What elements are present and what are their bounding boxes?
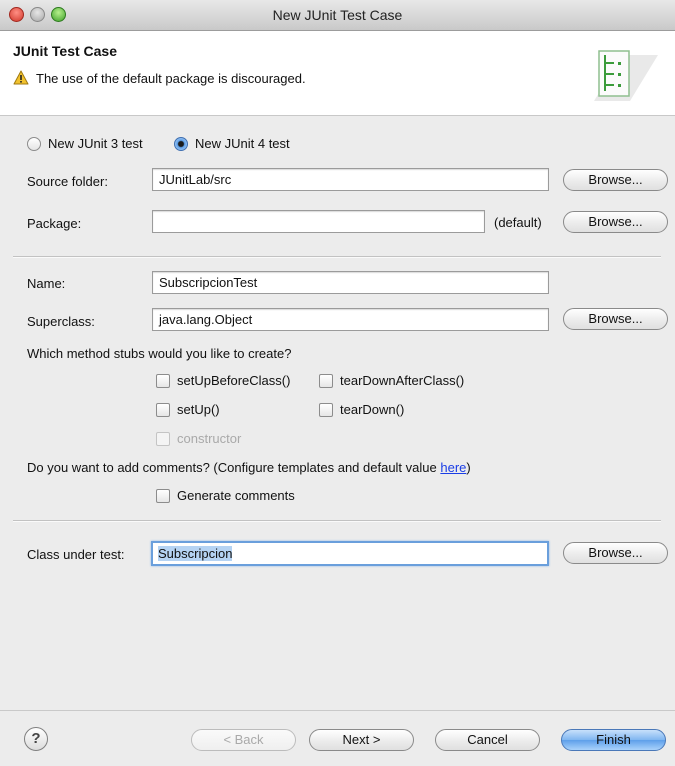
window-title: New JUnit Test Case: [272, 7, 403, 23]
next-button[interactable]: Next >: [309, 729, 414, 751]
separator: [13, 520, 661, 522]
junit3-radio[interactable]: [27, 137, 41, 151]
source-folder-label: Source folder:: [27, 174, 108, 189]
junit4-radio[interactable]: [174, 137, 188, 151]
warning-icon: [13, 70, 29, 85]
source-folder-input[interactable]: JUnitLab/src: [152, 168, 549, 191]
constructor-checkbox: [156, 432, 170, 446]
method-stubs-question: Which method stubs would you like to cre…: [27, 346, 292, 361]
package-browse-button[interactable]: Browse...: [563, 211, 668, 233]
generate-comments-label[interactable]: Generate comments: [177, 488, 295, 503]
teardown-checkbox[interactable]: [319, 403, 333, 417]
finish-button[interactable]: Finish: [561, 729, 666, 751]
wizard-message: The use of the default package is discou…: [36, 71, 306, 86]
comments-question: Do you want to add comments? (Configure …: [27, 460, 471, 475]
junit-wizard-banner-icon: [594, 50, 658, 101]
configure-templates-link[interactable]: here: [440, 460, 466, 475]
package-input[interactable]: [152, 210, 485, 233]
source-folder-browse-button[interactable]: Browse...: [563, 169, 668, 191]
setup-label[interactable]: setUp(): [177, 402, 220, 417]
setupbeforeclass-label[interactable]: setUpBeforeClass(): [177, 373, 290, 388]
package-label: Package:: [27, 216, 82, 231]
wizard-header: JUnit Test Case The use of the default p…: [0, 31, 675, 116]
title-bar[interactable]: New JUnit Test Case: [0, 0, 675, 31]
class-under-test-value: Subscripcion: [158, 546, 233, 561]
constructor-label: constructor: [177, 431, 242, 446]
class-under-test-label: Class under test:: [27, 547, 125, 562]
package-default-label: (default): [494, 215, 542, 230]
teardownafterclass-label[interactable]: tearDownAfterClass(): [340, 373, 464, 388]
superclass-value: java.lang.Object: [159, 312, 253, 327]
cancel-button[interactable]: Cancel: [435, 729, 540, 751]
name-value: SubscripcionTest: [159, 275, 258, 290]
back-button: < Back: [191, 729, 296, 751]
name-input[interactable]: SubscripcionTest: [152, 271, 549, 294]
new-junit-test-case-dialog: New JUnit Test Case JUnit Test Case The …: [0, 0, 675, 766]
class-under-test-input[interactable]: Subscripcion: [151, 541, 549, 566]
footer-separator: [0, 710, 675, 711]
comments-question-close: ): [466, 460, 471, 475]
source-folder-value: JUnitLab/src: [159, 172, 232, 187]
teardown-label[interactable]: tearDown(): [340, 402, 404, 417]
superclass-label: Superclass:: [27, 314, 95, 329]
help-button[interactable]: ?: [24, 727, 48, 751]
name-label: Name:: [27, 276, 66, 291]
generate-comments-checkbox[interactable]: [156, 489, 170, 503]
setupbeforeclass-checkbox[interactable]: [156, 374, 170, 388]
teardownafterclass-checkbox[interactable]: [319, 374, 333, 388]
comments-question-text: Do you want to add comments? (Configure …: [27, 460, 441, 475]
superclass-browse-button[interactable]: Browse...: [563, 308, 668, 330]
superclass-input[interactable]: java.lang.Object: [152, 308, 549, 331]
junit3-label[interactable]: New JUnit 3 test: [48, 136, 143, 151]
class-under-test-browse-button[interactable]: Browse...: [563, 542, 668, 564]
wizard-page-title: JUnit Test Case: [13, 43, 117, 59]
separator: [13, 256, 661, 258]
junit4-label[interactable]: New JUnit 4 test: [195, 136, 290, 151]
setup-checkbox[interactable]: [156, 403, 170, 417]
